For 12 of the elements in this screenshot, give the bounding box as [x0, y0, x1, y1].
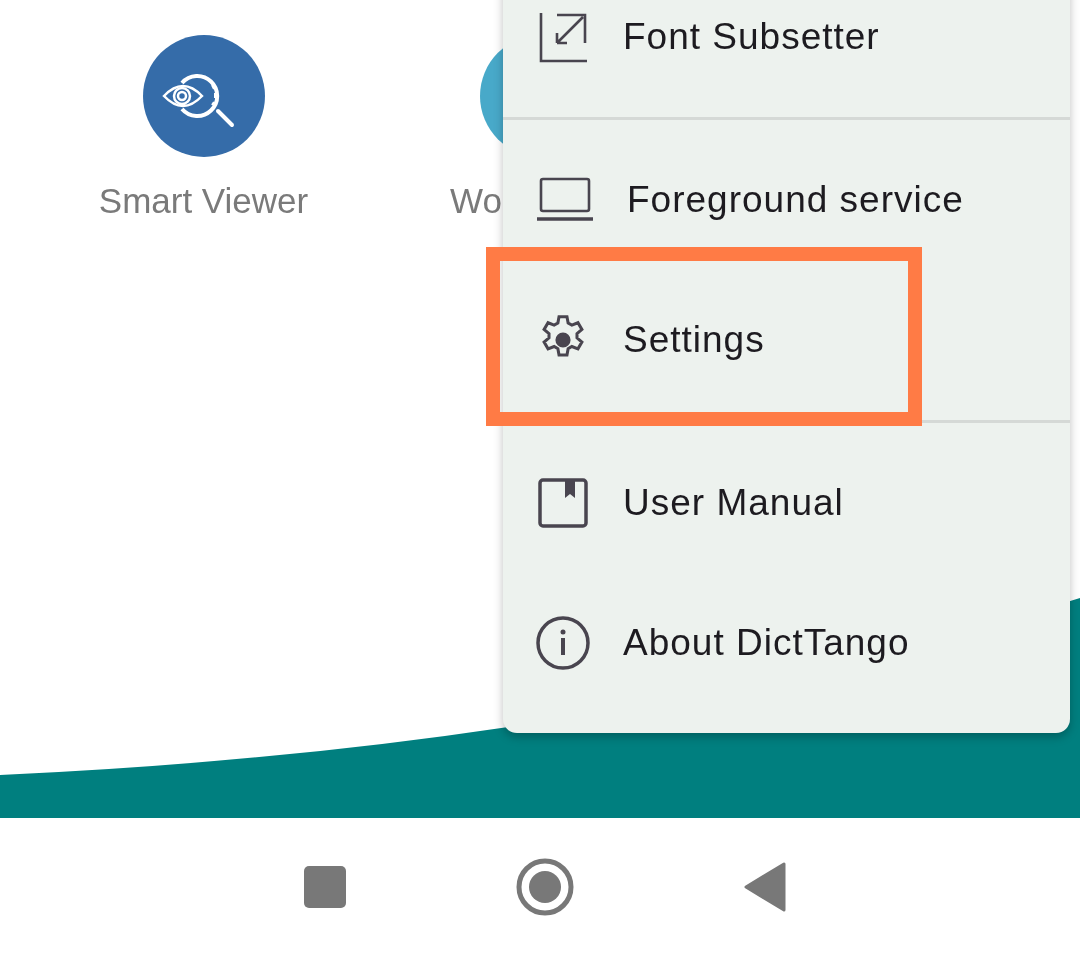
info-icon: [535, 615, 591, 671]
menu-item[interactable]: User Manual: [503, 433, 1070, 573]
app-label: Smart Viewer: [98, 181, 309, 221]
menu-item[interactable]: Settings: [503, 270, 1070, 410]
home-icon[interactable]: [516, 857, 574, 916]
back-icon[interactable]: [744, 861, 786, 912]
menu-item[interactable]: Foreground service: [503, 130, 1070, 270]
book-icon: [535, 475, 591, 531]
recents-icon[interactable]: [304, 865, 346, 908]
app-label: Wo: [450, 181, 502, 221]
menu-item[interactable]: Font Subsetter: [503, 0, 1070, 107]
menu-item[interactable]: About DictTango: [503, 573, 1070, 713]
